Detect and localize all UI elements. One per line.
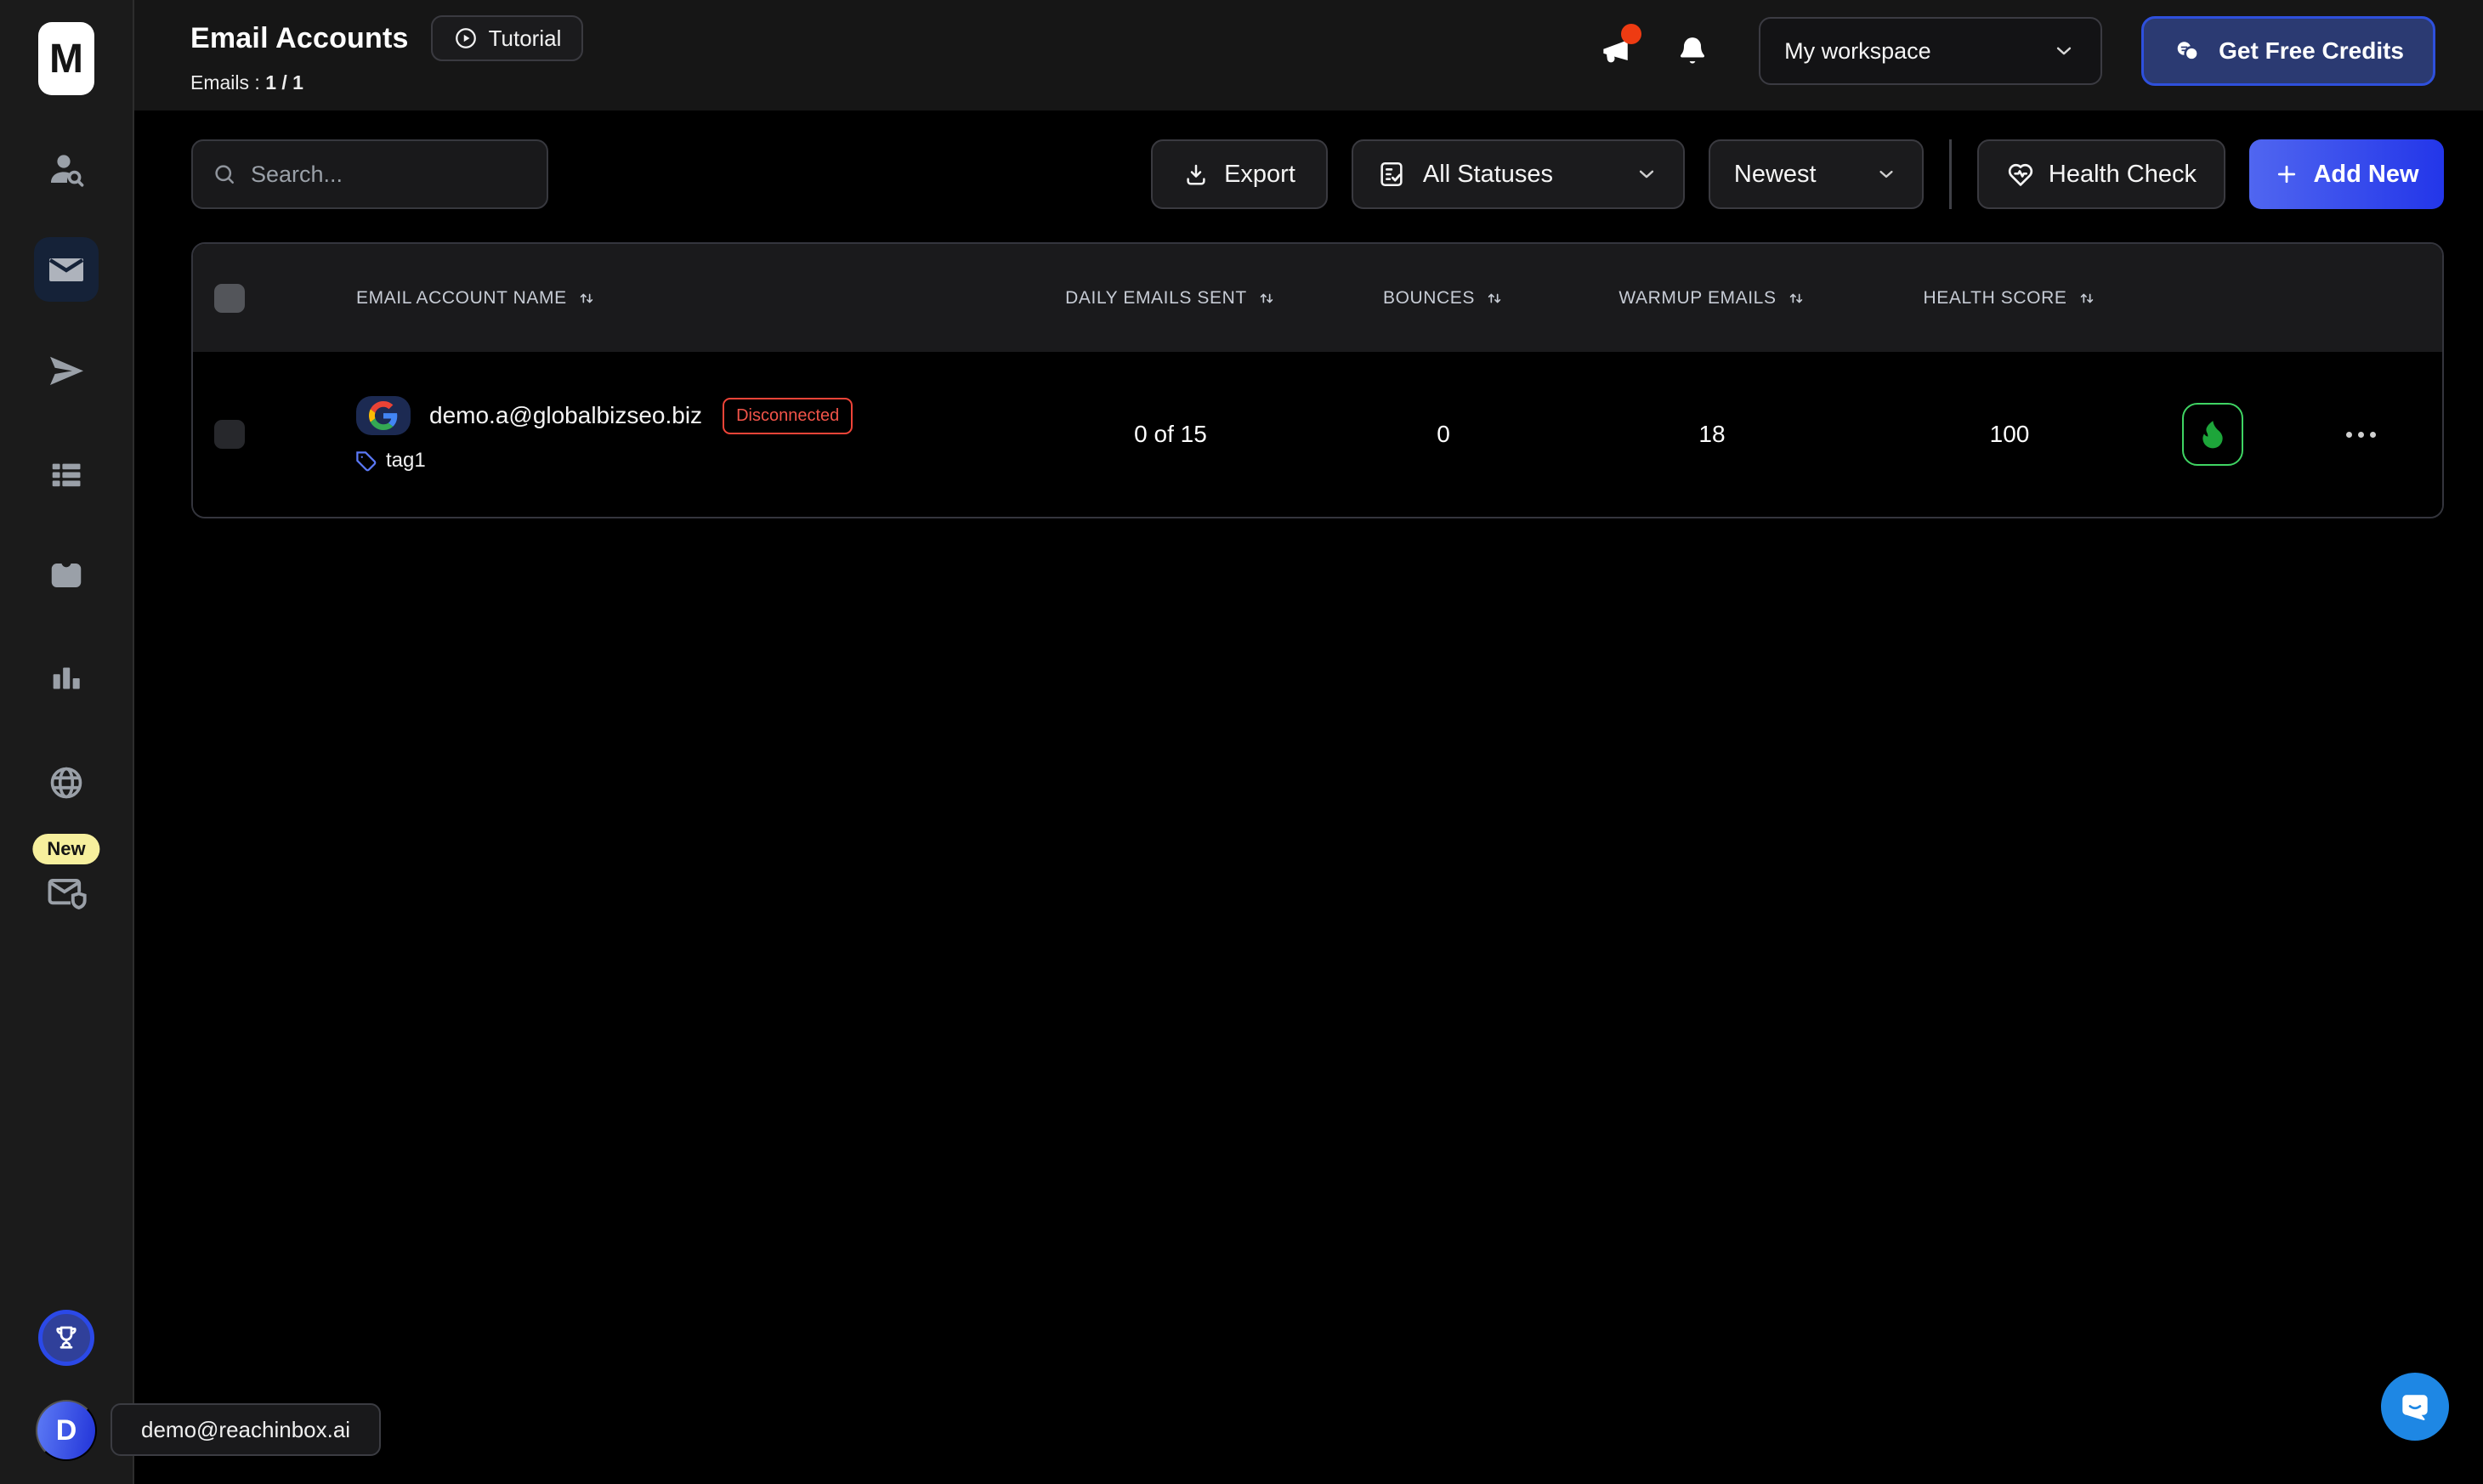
table-row: demo.a@globalbizseo.biz Disconnected tag… bbox=[193, 352, 2442, 517]
tag-chip: tag1 bbox=[354, 449, 1005, 473]
sidebar-item-campaigns[interactable] bbox=[34, 338, 99, 403]
workspace-selector-value: My workspace bbox=[1784, 38, 1931, 65]
play-circle-icon bbox=[453, 25, 479, 51]
toolbar-divider bbox=[1949, 139, 1952, 209]
sidebar-item-website[interactable] bbox=[34, 750, 99, 815]
chat-bubble-icon bbox=[2396, 1388, 2434, 1425]
status-filter-value: All Statuses bbox=[1423, 161, 1553, 189]
get-free-credits-button[interactable]: Get Free Credits bbox=[2141, 16, 2435, 86]
notification-dot bbox=[1621, 24, 1641, 44]
table-header-row: EMAIL ACCOUNT NAME DAILY EMAILS SENT BOU… bbox=[193, 244, 2442, 352]
announcements-button[interactable] bbox=[1597, 32, 1635, 70]
app-root: M bbox=[0, 0, 2483, 1484]
sort-arrows-icon bbox=[577, 289, 596, 308]
get-free-credits-label: Get Free Credits bbox=[2219, 37, 2404, 65]
chevron-down-icon bbox=[1874, 162, 1898, 186]
emails-count: Emails : 1 / 1 bbox=[190, 71, 583, 94]
search-icon bbox=[212, 161, 237, 187]
tag-label: tag1 bbox=[386, 449, 426, 473]
topbar: Email Accounts Tutorial Emails : 1 / 1 bbox=[134, 0, 2483, 110]
sidebar-item-lists[interactable] bbox=[34, 443, 99, 507]
export-button[interactable]: Export bbox=[1151, 139, 1328, 209]
checklist-icon bbox=[1377, 160, 1406, 189]
warmup-emails-value: 18 bbox=[1550, 421, 1874, 448]
sort-arrows-icon bbox=[1787, 289, 1806, 308]
envelope-icon bbox=[46, 249, 87, 290]
export-label: Export bbox=[1224, 161, 1295, 189]
health-check-button[interactable]: Health Check bbox=[1977, 139, 2225, 209]
tutorial-button[interactable]: Tutorial bbox=[431, 15, 584, 61]
column-header-email-account-name[interactable]: EMAIL ACCOUNT NAME bbox=[265, 244, 1005, 352]
emails-count-value: 1 / 1 bbox=[265, 71, 303, 93]
chat-widget-button[interactable] bbox=[2381, 1373, 2449, 1441]
globe-icon bbox=[47, 763, 86, 802]
row-menu-button[interactable] bbox=[2338, 423, 2384, 446]
heart-pulse-icon bbox=[2006, 160, 2035, 189]
topbar-actions: My workspace Get Free Credits bbox=[1597, 15, 2435, 87]
column-header-warmup-emails[interactable]: WARMUP EMAILS bbox=[1550, 244, 1874, 352]
coins-icon bbox=[2173, 36, 2203, 66]
column-header-health-score[interactable]: HEALTH SCORE bbox=[1874, 244, 2146, 352]
bell-icon bbox=[1675, 34, 1709, 68]
sort-arrows-icon bbox=[2078, 289, 2096, 308]
add-new-button[interactable]: Add New bbox=[2249, 139, 2444, 209]
paper-plane-icon bbox=[46, 350, 87, 391]
page-title: Email Accounts bbox=[190, 22, 409, 55]
status-badge: Disconnected bbox=[723, 398, 853, 434]
flame-icon bbox=[2196, 417, 2230, 451]
search-input[interactable] bbox=[251, 161, 528, 188]
sidebar-item-analytics[interactable] bbox=[34, 646, 99, 711]
column-header-daily-emails-sent[interactable]: DAILY EMAILS SENT bbox=[1005, 244, 1336, 352]
account-email: demo.a@globalbizseo.biz bbox=[429, 402, 702, 429]
sidebar: M bbox=[0, 0, 134, 1484]
sort-filter-dropdown[interactable]: Newest bbox=[1709, 139, 1924, 209]
tag-icon bbox=[354, 450, 377, 473]
bar-chart-icon bbox=[47, 659, 86, 698]
sidebar-item-inbox[interactable] bbox=[34, 544, 99, 609]
search-box[interactable] bbox=[191, 139, 548, 209]
add-new-label: Add New bbox=[2313, 161, 2418, 189]
toolbar: Export All Statuses Newest Health Check bbox=[191, 139, 2444, 209]
health-score-value: 100 bbox=[1874, 421, 2146, 448]
rewards-button[interactable] bbox=[38, 1310, 94, 1366]
person-search-icon bbox=[46, 150, 87, 190]
sort-arrows-icon bbox=[1257, 289, 1276, 308]
plus-icon bbox=[2274, 161, 2299, 187]
new-badge: New bbox=[32, 834, 99, 864]
accounts-table: EMAIL ACCOUNT NAME DAILY EMAILS SENT BOU… bbox=[191, 242, 2444, 518]
title-block: Email Accounts Tutorial Emails : 1 / 1 bbox=[190, 15, 583, 94]
envelope-shield-icon bbox=[44, 870, 88, 915]
google-provider-tile bbox=[356, 396, 411, 435]
select-all-checkbox[interactable] bbox=[214, 284, 245, 313]
health-check-label: Health Check bbox=[2049, 161, 2197, 189]
workspace-selector[interactable]: My workspace bbox=[1759, 17, 2102, 85]
user-avatar[interactable]: D bbox=[36, 1400, 97, 1461]
trophy-icon bbox=[51, 1323, 82, 1353]
account-name-cell: demo.a@globalbizseo.biz Disconnected tag… bbox=[265, 352, 1005, 517]
brand-logo[interactable]: M bbox=[38, 22, 94, 95]
user-avatar-letter: D bbox=[56, 1414, 77, 1447]
sidebar-item-email-verification[interactable] bbox=[34, 860, 99, 925]
google-icon bbox=[369, 401, 398, 430]
chevron-down-icon bbox=[2051, 38, 2077, 64]
warmup-status-badge[interactable] bbox=[2182, 403, 2243, 466]
sort-arrows-icon bbox=[1485, 289, 1504, 308]
inbox-tray-icon bbox=[47, 557, 86, 596]
row-checkbox[interactable] bbox=[214, 420, 245, 449]
brand-logo-letter: M bbox=[49, 36, 83, 82]
sidebar-item-email-accounts[interactable] bbox=[34, 237, 99, 302]
chevron-down-icon bbox=[1634, 161, 1659, 187]
column-header-bounces[interactable]: BOUNCES bbox=[1336, 244, 1550, 352]
daily-emails-sent-value: 0 of 15 bbox=[1005, 421, 1336, 448]
notifications-button[interactable] bbox=[1675, 34, 1709, 68]
status-filter-dropdown[interactable]: All Statuses bbox=[1352, 139, 1685, 209]
table-list-icon bbox=[47, 456, 86, 495]
tutorial-label: Tutorial bbox=[489, 25, 562, 52]
download-icon bbox=[1183, 161, 1209, 187]
user-email-tooltip: demo@reachinbox.ai bbox=[111, 1403, 381, 1456]
bounces-value: 0 bbox=[1336, 421, 1550, 448]
sidebar-item-lead-finder[interactable] bbox=[34, 138, 99, 202]
sort-filter-value: Newest bbox=[1734, 161, 1817, 189]
